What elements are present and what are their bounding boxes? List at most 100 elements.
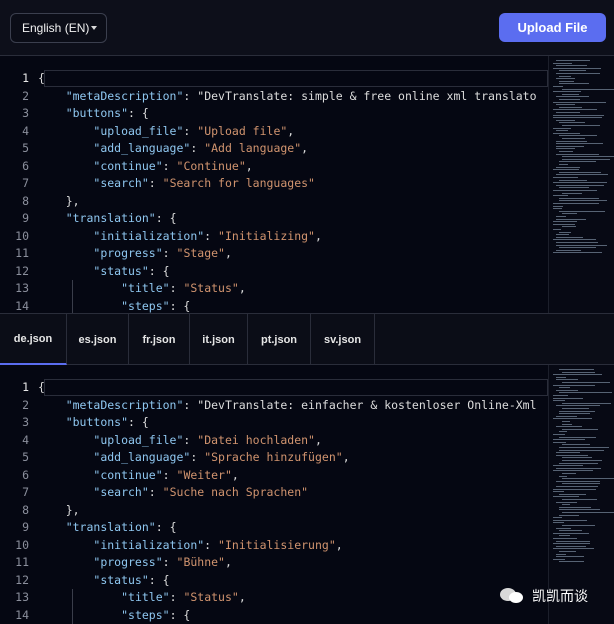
minimap-line bbox=[556, 556, 584, 558]
minimap-line bbox=[556, 415, 578, 417]
minimap-line bbox=[559, 535, 571, 537]
line-number: 11 bbox=[15, 555, 29, 569]
minimap-line bbox=[559, 561, 585, 563]
minimap-line bbox=[562, 138, 585, 139]
code-line[interactable]: 12 "status": { bbox=[0, 263, 548, 281]
code-line[interactable]: 6 "continue": "Weiter", bbox=[0, 467, 548, 485]
minimap-line bbox=[556, 148, 575, 150]
code-line[interactable]: 8 }, bbox=[0, 193, 548, 211]
minimap-line bbox=[559, 530, 583, 532]
tab-fr-json[interactable]: fr.json bbox=[129, 314, 190, 365]
code-text: "upload_file": "Upload file", bbox=[93, 123, 295, 138]
minimap-line bbox=[562, 408, 590, 409]
minimap-line bbox=[553, 223, 575, 225]
minimap-line bbox=[553, 117, 602, 119]
tab-it-json[interactable]: it.json bbox=[190, 314, 248, 365]
watermark-text: 凯凯而谈 bbox=[532, 588, 588, 604]
minimap-line bbox=[556, 379, 578, 381]
code-text: "translation": { bbox=[65, 520, 177, 534]
tab-de-json[interactable]: de.json bbox=[0, 314, 67, 365]
minimap-line bbox=[553, 470, 594, 472]
minimap-line bbox=[562, 512, 614, 513]
minimap-line bbox=[562, 478, 614, 480]
minimap-line bbox=[562, 483, 600, 485]
code-line[interactable]: 3 "buttons": { bbox=[0, 414, 548, 432]
minimap-line bbox=[559, 514, 579, 516]
code-line[interactable]: 9 "translation": { bbox=[0, 519, 548, 537]
line-number: 10 bbox=[15, 228, 29, 243]
minimap-line bbox=[553, 400, 566, 402]
language-select[interactable]: English (EN) bbox=[10, 13, 107, 43]
code-line[interactable]: 4 "upload_file": "Upload file", bbox=[0, 123, 548, 141]
code-line[interactable]: 1{ bbox=[0, 379, 548, 397]
minimap-line bbox=[553, 169, 580, 171]
minimap-line bbox=[556, 119, 575, 121]
code-line[interactable]: 9 "translation": { bbox=[0, 210, 548, 228]
minimap[interactable] bbox=[548, 56, 614, 313]
code-line[interactable]: 2 "metaDescription": "DevTranslate: einf… bbox=[0, 397, 548, 415]
tab-es-json[interactable]: es.json bbox=[67, 314, 129, 365]
current-line-highlight bbox=[44, 70, 548, 87]
code-line[interactable]: 1{ bbox=[0, 70, 548, 88]
code-line[interactable]: 11 "progress": "Stage", bbox=[0, 245, 548, 263]
code-line[interactable]: 6 "continue": "Continue", bbox=[0, 158, 548, 176]
code-text: "search": "Suche nach Sprachen" bbox=[93, 485, 309, 499]
code-text: "steps": { bbox=[121, 607, 191, 622]
code-line[interactable]: 5 "add_language": "Add language", bbox=[0, 140, 548, 158]
tab-sv-json[interactable]: sv.json bbox=[311, 314, 375, 365]
code-line[interactable]: 14 "steps": { bbox=[0, 607, 548, 624]
minimap-line bbox=[553, 519, 587, 521]
code-line[interactable]: 11 "progress": "Bühne", bbox=[0, 554, 548, 572]
tab-pt-json[interactable]: pt.json bbox=[248, 314, 311, 365]
minimap-line bbox=[556, 216, 567, 217]
code-line[interactable]: 14 "steps": { bbox=[0, 298, 548, 314]
code-line[interactable]: 2 "metaDescription": "DevTranslate: simp… bbox=[0, 88, 548, 106]
code-line[interactable]: 5 "add_language": "Sprache hinzufügen", bbox=[0, 449, 548, 467]
code-area[interactable]: 1{2 "metaDescription": "DevTranslate: si… bbox=[0, 70, 548, 313]
minimap-line bbox=[553, 465, 584, 467]
line-number: 5 bbox=[22, 450, 29, 464]
code-line[interactable]: 7 "search": "Search for languages" bbox=[0, 175, 548, 193]
code-line[interactable]: 3 "buttons": { bbox=[0, 105, 548, 123]
minimap-line bbox=[556, 153, 600, 155]
minimap-line bbox=[559, 179, 588, 181]
minimap-line bbox=[559, 247, 597, 249]
minimap-line bbox=[553, 548, 595, 550]
code-line[interactable]: 10 "initialization": "Initializing", bbox=[0, 228, 548, 246]
code-line[interactable]: 8 }, bbox=[0, 502, 548, 520]
minimap-line bbox=[559, 431, 568, 433]
code-text: "add_language": "Sprache hinzufügen", bbox=[93, 450, 350, 464]
line-number: 4 bbox=[22, 123, 29, 138]
code-text: "translation": { bbox=[65, 211, 177, 225]
code-line[interactable]: 4 "upload_file": "Datei hochladen", bbox=[0, 432, 548, 450]
code-area[interactable]: 1{2 "metaDescription": "DevTranslate: ei… bbox=[0, 379, 548, 624]
minimap-line bbox=[562, 88, 614, 90]
code-text: "add_language": "Add language", bbox=[93, 141, 309, 155]
minimap-line bbox=[556, 426, 582, 428]
line-number: 11 bbox=[15, 246, 29, 260]
code-line[interactable]: 12 "status": { bbox=[0, 572, 548, 590]
minimap-line bbox=[553, 182, 607, 184]
minimap-line bbox=[556, 405, 600, 407]
upload-file-button[interactable]: Upload File bbox=[499, 13, 606, 42]
code-line[interactable]: 10 "initialization": "Initialisierung", bbox=[0, 537, 548, 555]
minimap-line bbox=[553, 543, 591, 545]
minimap-line bbox=[559, 493, 586, 495]
code-line[interactable]: 7 "search": "Suche nach Sprachen" bbox=[0, 484, 548, 502]
minimap-line bbox=[553, 538, 578, 539]
code-line[interactable]: 13 "title": "Status", bbox=[0, 280, 548, 298]
minimap-line bbox=[556, 73, 600, 74]
line-number: 2 bbox=[22, 88, 29, 103]
minimap-line bbox=[553, 496, 579, 498]
minimap-line bbox=[559, 506, 592, 508]
minimap-line bbox=[562, 525, 596, 526]
minimap-line bbox=[556, 501, 578, 503]
minimap-line bbox=[559, 462, 598, 464]
code-line[interactable]: 13 "title": "Status", bbox=[0, 589, 548, 607]
code-text: "title": "Status", bbox=[121, 590, 246, 604]
source-json-editor[interactable]: 1{2 "metaDescription": "DevTranslate: si… bbox=[0, 56, 614, 313]
code-text: "initialization": "Initialisierung", bbox=[93, 537, 343, 552]
line-number: 2 bbox=[22, 397, 29, 412]
minimap-line bbox=[556, 236, 584, 238]
line-number: 8 bbox=[22, 502, 29, 517]
